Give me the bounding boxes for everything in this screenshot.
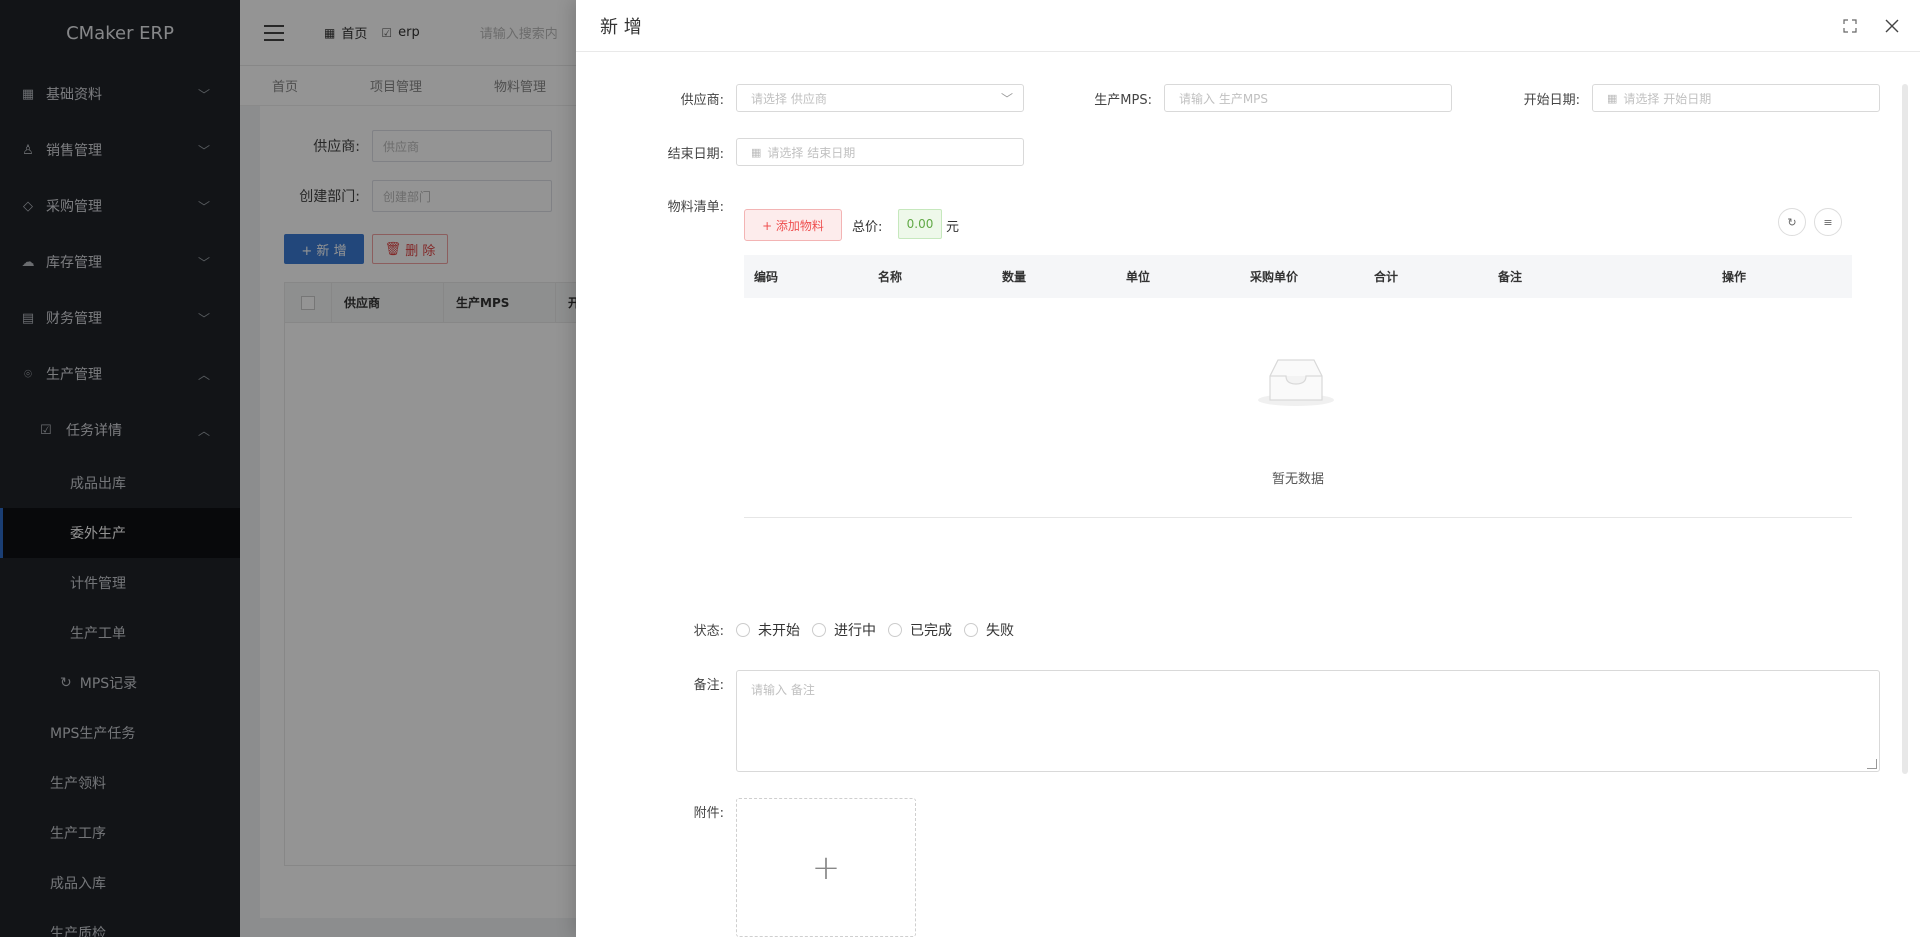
- column-header: 编码: [754, 270, 779, 284]
- resize-handle-icon[interactable]: [1867, 759, 1877, 769]
- attachment-label: 附件:: [693, 806, 724, 821]
- status-option-failed[interactable]: 失败: [964, 620, 1014, 640]
- end-date-placeholder: 请选择 结束日期: [767, 145, 856, 160]
- upload-area[interactable]: +: [736, 798, 916, 937]
- column-header: 操作: [1722, 270, 1747, 284]
- chevron-down-icon: ﹀: [1000, 91, 1013, 106]
- radio-button[interactable]: [736, 623, 750, 637]
- start-date-placeholder: 请选择 开始日期: [1623, 91, 1712, 106]
- remark-placeholder: 请输入 备注: [751, 683, 815, 697]
- calendar-icon: ▦: [751, 145, 762, 159]
- close-icon[interactable]: [1882, 16, 1902, 36]
- radio-button[interactable]: [812, 623, 826, 637]
- status-field: 状态:: [636, 620, 724, 639]
- refresh-icon[interactable]: ↻: [1778, 208, 1806, 236]
- start-date-picker[interactable]: ▦ 请选择 开始日期: [1592, 84, 1880, 112]
- status-option-not-started[interactable]: 未开始: [736, 620, 800, 640]
- column-header: 备注: [1498, 270, 1523, 284]
- mps-input[interactable]: 请输入 生产MPS: [1164, 84, 1452, 112]
- supplier-select[interactable]: 请选择 供应商 ﹀: [736, 84, 1024, 112]
- radio-button[interactable]: [964, 623, 978, 637]
- end-date-field: 结束日期: ▦ 请选择 结束日期: [636, 138, 1024, 166]
- supplier-placeholder: 请选择 供应商: [751, 91, 827, 106]
- remark-field: 备注:: [636, 674, 724, 693]
- fullscreen-icon[interactable]: [1840, 16, 1860, 36]
- drawer-title: 新 增: [600, 16, 642, 38]
- settings-icon[interactable]: ≡: [1814, 208, 1842, 236]
- status-option-completed[interactable]: 已完成: [888, 620, 952, 640]
- radio-button[interactable]: [888, 623, 902, 637]
- table-header: 编码 名称 数量 单位 采购单价 合计 备注 操作: [744, 255, 1852, 298]
- supplier-field: 供应商: 请选择 供应商 ﹀: [636, 84, 1024, 112]
- attachment-field: 附件:: [636, 802, 724, 821]
- column-header: 单位: [1126, 270, 1151, 284]
- mps-field: 生产MPS: 请输入 生产MPS: [1060, 84, 1452, 112]
- status-radio-group: 未开始 进行中 已完成 失败: [736, 620, 1026, 640]
- drawer-tools: [1818, 16, 1902, 36]
- total-label: 总价:: [852, 220, 883, 235]
- remark-label: 备注:: [693, 678, 724, 693]
- column-header: 采购单价: [1250, 270, 1299, 284]
- column-header: 名称: [878, 270, 903, 284]
- status-label: 状态:: [693, 624, 724, 639]
- table-body: 暂无数据: [744, 298, 1852, 518]
- empty-text: 暂无数据: [1271, 472, 1324, 487]
- column-header: 合计: [1374, 270, 1399, 284]
- total-value: 0.00: [898, 209, 942, 239]
- materials-label: 物料清单:: [667, 200, 724, 215]
- end-date-label: 结束日期:: [667, 146, 724, 162]
- empty-inbox-icon: [1258, 359, 1334, 406]
- total-unit: 元: [946, 220, 960, 235]
- materials-table: 编码 名称 数量 单位 采购单价 合计 备注 操作 暂无数据: [744, 255, 1852, 518]
- drawer-header: 新 增: [576, 0, 1920, 52]
- radio-label: 失败: [986, 623, 1014, 639]
- plus-icon: +: [811, 847, 841, 888]
- remark-textarea[interactable]: 请输入 备注: [736, 670, 1880, 772]
- mps-placeholder: 请输入 生产MPS: [1179, 91, 1269, 106]
- column-header: 数量: [1002, 270, 1027, 284]
- start-date-label: 开始日期:: [1523, 92, 1580, 108]
- radio-label: 进行中: [834, 623, 876, 639]
- scrollbar[interactable]: [1902, 84, 1908, 774]
- end-date-picker[interactable]: ▦ 请选择 结束日期: [736, 138, 1024, 166]
- status-option-in-progress[interactable]: 进行中: [812, 620, 876, 640]
- calendar-icon: ▦: [1607, 91, 1618, 105]
- radio-label: 未开始: [758, 623, 800, 639]
- radio-label: 已完成: [910, 623, 952, 639]
- add-material-button[interactable]: + 添加物料: [744, 209, 842, 241]
- materials-field: 物料清单:: [636, 196, 724, 215]
- mps-label: 生产MPS:: [1094, 92, 1152, 108]
- start-date-field: 开始日期: ▦ 请选择 开始日期: [1484, 84, 1880, 112]
- supplier-label: 供应商:: [680, 92, 724, 108]
- add-drawer: 新 增 供应商: 请选择 供应商 ﹀ 生产MPS: 请输入 生产MPS 开始日期…: [576, 0, 1920, 937]
